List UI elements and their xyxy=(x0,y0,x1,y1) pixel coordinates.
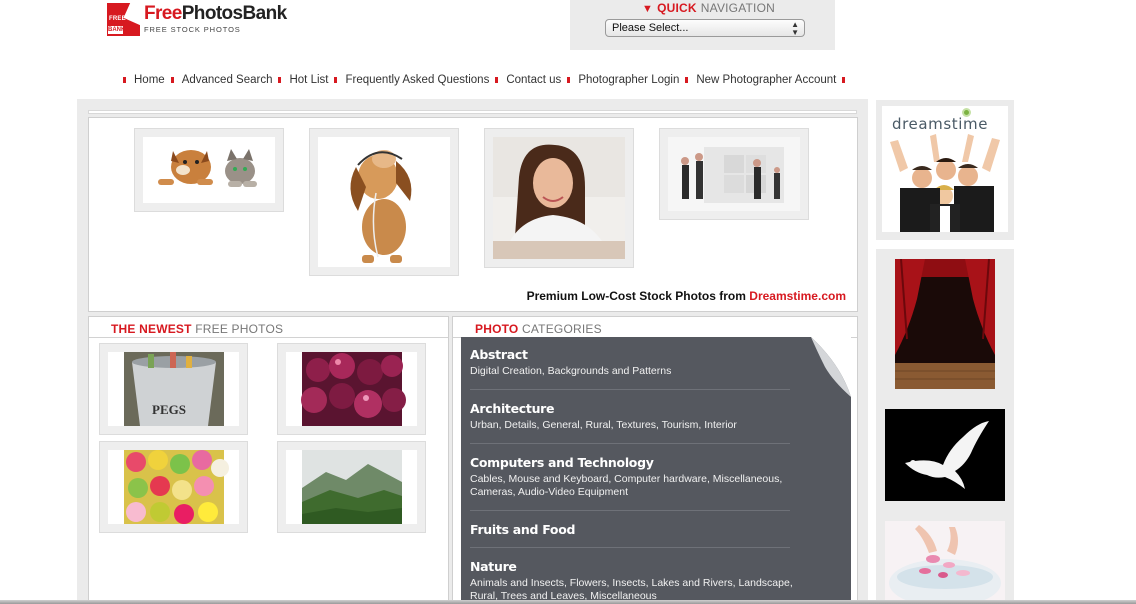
nav-link-home[interactable]: Home xyxy=(134,74,165,86)
pegs-bucket-image: PEGS xyxy=(108,352,239,426)
nav-bullet-icon xyxy=(495,77,499,83)
photo-categories-title-rest: CATEGORIES xyxy=(522,322,602,336)
gallery-photo-puppy-headphones[interactable] xyxy=(309,128,459,276)
dreamstime-dot-icon xyxy=(962,108,971,117)
dreamstime-logo: dreamstime xyxy=(892,115,989,133)
mountains-image xyxy=(286,450,417,524)
logo-tagline: FREE STOCK PHOTOS xyxy=(144,25,241,34)
newest-photos-title: THE NEWEST FREE PHOTOS xyxy=(111,322,283,336)
photo-categories-title: PHOTO CATEGORIES xyxy=(475,322,602,336)
site-logo[interactable]: FREE BANK FreePhotosBank FREE STOCK PHOT… xyxy=(107,3,287,37)
quick-navigation-title-rest: NAVIGATION xyxy=(700,0,775,15)
category-description[interactable]: Cables, Mouse and Keyboard, Computer har… xyxy=(470,473,800,499)
dreamstime-link[interactable]: Dreamstime.com xyxy=(749,289,846,303)
cherries-image xyxy=(286,352,417,426)
category-list: Abstract Digital Creation, Backgrounds a… xyxy=(461,337,851,604)
dreamstime-ad[interactable]: dreamstime xyxy=(876,100,1014,240)
premium-gallery: Premium Low-Cost Stock Photos from Dream… xyxy=(88,117,858,312)
category-name[interactable]: Fruits and Food xyxy=(470,522,575,537)
nav-bullet-icon xyxy=(123,77,126,83)
sidebar-photo-dove[interactable] xyxy=(885,409,1005,501)
page-curl-icon xyxy=(811,337,851,397)
nav-bullet-icon xyxy=(842,77,846,83)
newest-photo-mountains[interactable] xyxy=(277,441,426,533)
newest-photos-title-strong: THE NEWEST xyxy=(111,322,192,336)
category-fruits-and-food[interactable]: Fruits and Food xyxy=(470,522,575,537)
logo-mark-top: FREE xyxy=(109,16,126,22)
category-divider xyxy=(470,389,790,390)
select-updown-icon: ▲ ▼ xyxy=(791,20,799,37)
newest-photos-panel: THE NEWEST FREE PHOTOS PEGS xyxy=(88,316,449,604)
petals-bowl-image xyxy=(885,521,1005,604)
quick-navigation-title-strong: QUICK xyxy=(657,0,697,15)
quick-navigation-select[interactable]: Please Select... ▲ ▼ xyxy=(605,19,805,37)
sidebar-photo-petals[interactable] xyxy=(885,521,1005,604)
sidebar-photo-strip xyxy=(876,249,1014,604)
category-name[interactable]: Architecture xyxy=(470,401,737,416)
logo-name-free: Free xyxy=(144,3,182,24)
svg-text:PEGS: PEGS xyxy=(152,402,186,417)
logo-name-rest: PhotosBank xyxy=(181,3,287,24)
down-arrow-icon: ▼ xyxy=(642,3,654,15)
gallery-photo-smiling-woman[interactable] xyxy=(484,128,634,268)
dreamstime-ad-inner: dreamstime xyxy=(882,106,1008,232)
logo-name: FreePhotosBank xyxy=(144,3,287,25)
logo-mark-bottom: BANK xyxy=(108,26,126,34)
quick-navigation-title: ▼ QUICK NAVIGATION xyxy=(642,0,775,16)
premium-stock-text: Premium Low-Cost Stock Photos from xyxy=(526,289,746,303)
bottom-edge xyxy=(0,600,1136,604)
newest-photo-gumballs[interactable] xyxy=(99,441,248,533)
nav-link-contact[interactable]: Contact us xyxy=(506,74,561,86)
gallery-photo-dog-and-cat[interactable] xyxy=(134,128,284,212)
quick-navigation-select-value: Please Select... xyxy=(612,22,689,34)
gallery-photo-business-puzzle[interactable] xyxy=(659,128,809,220)
nav-link-hot-list[interactable]: Hot List xyxy=(289,74,328,86)
newest-photo-cherries[interactable] xyxy=(277,343,426,435)
newest-photos-title-rest: FREE PHOTOS xyxy=(195,322,284,336)
category-description[interactable]: Urban, Details, General, Rural, Textures… xyxy=(470,419,737,432)
category-abstract[interactable]: Abstract Digital Creation, Backgrounds a… xyxy=(470,347,671,378)
nav-link-photographer-login[interactable]: Photographer Login xyxy=(578,74,679,86)
quick-navigation-panel: ▼ QUICK NAVIGATION Please Select... ▲ ▼ xyxy=(570,0,835,50)
category-description[interactable]: Digital Creation, Backgrounds and Patter… xyxy=(470,365,671,378)
category-divider xyxy=(470,510,790,511)
red-curtain-image xyxy=(895,259,995,389)
category-divider xyxy=(470,443,790,444)
sidebar-photo-curtain[interactable] xyxy=(895,259,995,389)
top-divider xyxy=(88,110,857,114)
nav-link-advanced-search[interactable]: Advanced Search xyxy=(182,74,273,86)
nav-bullet-icon xyxy=(170,77,174,83)
nav-bullet-icon xyxy=(685,77,689,83)
puppy-image xyxy=(318,137,450,267)
category-divider xyxy=(470,547,790,548)
nav-link-new-photographer-account[interactable]: New Photographer Account xyxy=(696,74,836,86)
category-name[interactable]: Nature xyxy=(470,559,810,574)
business-puzzle-image xyxy=(668,137,800,211)
logo-mark-icon: FREE BANK xyxy=(107,3,140,36)
nav-bullet-icon xyxy=(567,77,571,83)
woman-image xyxy=(493,137,625,259)
premium-stock-caption: Premium Low-Cost Stock Photos from Dream… xyxy=(527,289,846,303)
photo-categories-title-strong: PHOTO xyxy=(475,322,519,336)
nav-link-faq[interactable]: Frequently Asked Questions xyxy=(345,74,489,86)
celebrating-people-image xyxy=(882,132,1008,232)
main-navigation: Home Advanced Search Hot List Frequently… xyxy=(123,73,846,87)
category-name[interactable]: Abstract xyxy=(470,347,671,362)
category-nature[interactable]: Nature Animals and Insects, Flowers, Ins… xyxy=(470,559,810,603)
category-name[interactable]: Computers and Technology xyxy=(470,455,800,470)
dog-and-cat-image xyxy=(143,137,275,203)
newest-photo-pegs[interactable]: PEGS xyxy=(99,343,248,435)
nav-bullet-icon xyxy=(278,77,282,83)
gumballs-image xyxy=(108,450,239,524)
category-computers-and-technology[interactable]: Computers and Technology Cables, Mouse a… xyxy=(470,455,800,499)
nav-bullet-icon xyxy=(334,77,338,83)
category-architecture[interactable]: Architecture Urban, Details, General, Ru… xyxy=(470,401,737,432)
white-dove-image xyxy=(885,409,1005,501)
